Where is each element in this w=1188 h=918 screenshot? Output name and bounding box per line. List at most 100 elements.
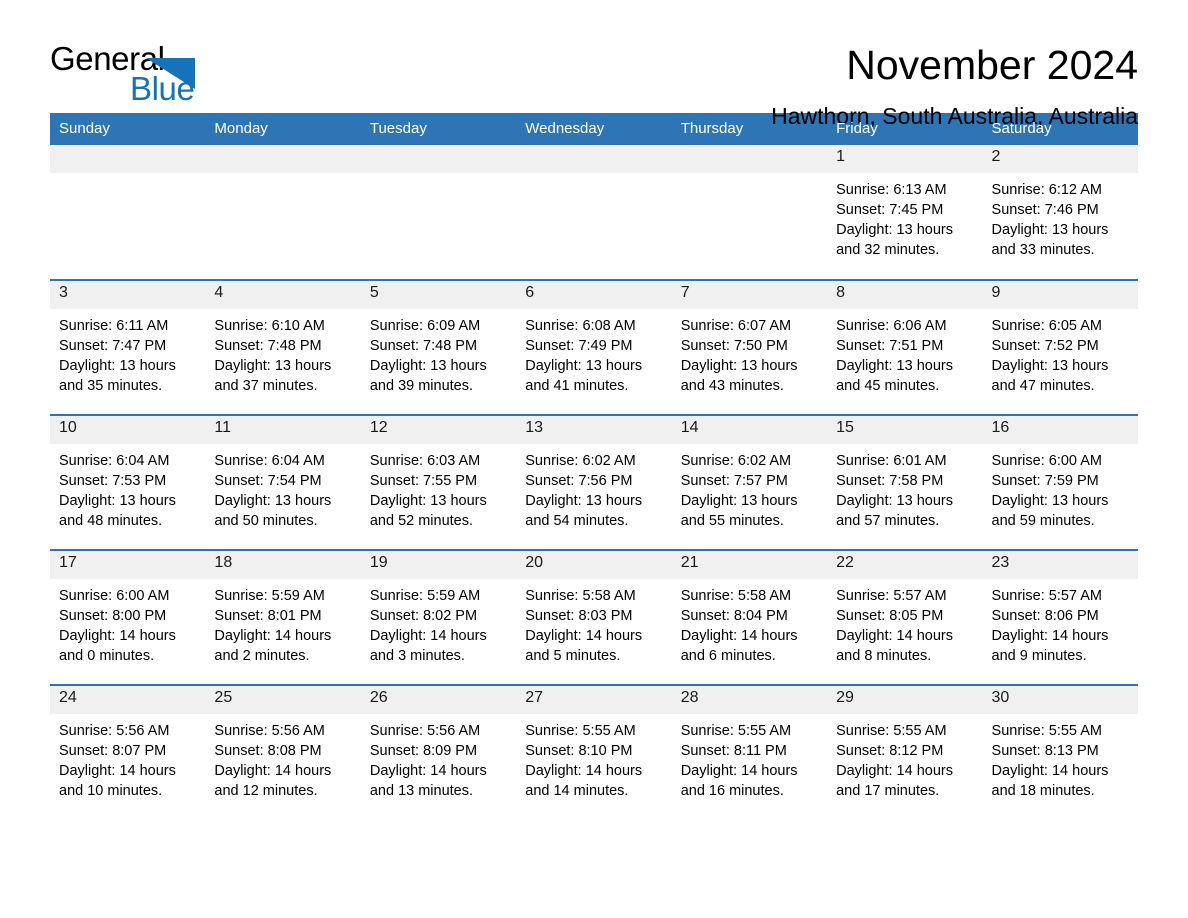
day-number: 14 <box>671 416 828 444</box>
calendar-day-cell[interactable]: 20 Sunrise: 5:58 AM Sunset: 8:03 PM Dayligh… <box>516 549 672 685</box>
day-number: 27 <box>516 686 672 714</box>
day-number: 26 <box>360 686 517 714</box>
day-details: Sunrise: 6:02 AM Sunset: 7:57 PM Daylight:… <box>672 444 827 531</box>
day-details: Sunrise: 5:56 AM Sunset: 8:09 PM Daylight:… <box>361 714 516 801</box>
day-number: 19 <box>360 551 517 579</box>
calendar-day-cell[interactable] <box>671 145 828 280</box>
calendar-day-cell[interactable]: 24 Sunrise: 5:56 AM Sunset: 8:07 PM Dayligh… <box>50 684 206 820</box>
day-number: 22 <box>827 551 983 579</box>
daylight-text: Daylight: 13 hours and 41 minutes. <box>525 358 643 394</box>
day-cell-inner: 24 Sunrise: 5:56 AM Sunset: 8:07 PM Dayligh… <box>50 686 206 819</box>
calendar-day-cell[interactable]: 3 Sunrise: 6:11 AM Sunset: 7:47 PM Daylight… <box>50 279 206 415</box>
calendar-day-cell[interactable]: 27 Sunrise: 5:55 AM Sunset: 8:10 PM Dayligh… <box>516 684 672 820</box>
day-cell-inner: 29 Sunrise: 5:55 AM Sunset: 8:12 PM Dayligh… <box>827 686 983 819</box>
day-number: 1 <box>827 145 983 173</box>
calendar-day-cell[interactable]: 18 Sunrise: 5:59 AM Sunset: 8:01 PM Dayligh… <box>205 549 361 685</box>
sunrise-text: Sunrise: 6:04 AM <box>59 453 170 469</box>
brand-logo[interactable]: General Blue <box>50 42 200 114</box>
day-cell-inner: 13 Sunrise: 6:02 AM Sunset: 7:56 PM Dayligh… <box>516 416 672 549</box>
daylight-text: Daylight: 13 hours and 55 minutes. <box>680 493 798 529</box>
sunrise-text: Sunrise: 6:08 AM <box>525 318 636 334</box>
calendar-day-cell[interactable]: 19 Sunrise: 5:59 AM Sunset: 8:02 PM Dayligh… <box>360 549 517 685</box>
calendar-day-cell[interactable]: 8 Sunrise: 6:06 AM Sunset: 7:51 PM Daylight… <box>827 279 983 415</box>
day-details: Sunrise: 5:59 AM Sunset: 8:02 PM Daylight:… <box>361 579 516 666</box>
sunrise-text: Sunrise: 6:05 AM <box>991 318 1102 334</box>
calendar-day-cell[interactable]: 16 Sunrise: 6:00 AM Sunset: 7:59 PM Dayligh… <box>982 414 1138 550</box>
day-details: Sunrise: 5:57 AM Sunset: 8:06 PM Daylight:… <box>983 579 1138 666</box>
calendar-day-cell[interactable] <box>205 145 361 280</box>
calendar-day-cell[interactable]: 14 Sunrise: 6:02 AM Sunset: 7:57 PM Dayligh… <box>671 414 828 550</box>
sunset-text: Sunset: 7:52 PM <box>991 338 1099 354</box>
calendar-day-cell[interactable]: 17 Sunrise: 6:00 AM Sunset: 8:00 PM Dayligh… <box>50 549 206 685</box>
calendar-day-cell[interactable]: 7 Sunrise: 6:07 AM Sunset: 7:50 PM Daylight… <box>671 279 828 415</box>
calendar-day-cell[interactable]: 21 Sunrise: 5:58 AM Sunset: 8:04 PM Dayligh… <box>671 549 828 685</box>
calendar-day-cell[interactable]: 25 Sunrise: 5:56 AM Sunset: 8:08 PM Dayligh… <box>205 684 361 820</box>
daylight-text: Daylight: 14 hours and 5 minutes. <box>525 628 643 664</box>
calendar-day-cell[interactable] <box>516 145 672 280</box>
daylight-text: Daylight: 14 hours and 3 minutes. <box>369 628 487 664</box>
sunrise-text: Sunrise: 5:56 AM <box>59 723 170 739</box>
sunrise-text: Sunrise: 5:55 AM <box>525 723 636 739</box>
sunrise-text: Sunrise: 6:13 AM <box>836 182 947 198</box>
sunrise-text: Sunrise: 5:55 AM <box>836 723 947 739</box>
day-number <box>516 145 672 173</box>
calendar-day-cell[interactable]: 11 Sunrise: 6:04 AM Sunset: 7:54 PM Dayligh… <box>205 414 361 550</box>
day-cell-inner: 10 Sunrise: 6:04 AM Sunset: 7:53 PM Dayligh… <box>50 416 206 549</box>
calendar-day-cell[interactable]: 15 Sunrise: 6:01 AM Sunset: 7:58 PM Dayligh… <box>827 414 983 550</box>
calendar-day-cell[interactable]: 13 Sunrise: 6:02 AM Sunset: 7:56 PM Dayligh… <box>516 414 672 550</box>
day-cell-inner: 9 Sunrise: 6:05 AM Sunset: 7:52 PM Daylight… <box>982 281 1138 414</box>
sunset-text: Sunset: 7:48 PM <box>214 338 322 354</box>
calendar-day-cell[interactable]: 4 Sunrise: 6:10 AM Sunset: 7:48 PM Daylight… <box>205 279 361 415</box>
sunrise-text: Sunrise: 5:56 AM <box>214 723 325 739</box>
daylight-text: Daylight: 13 hours and 57 minutes. <box>836 493 953 529</box>
sunset-text: Sunset: 8:02 PM <box>369 608 478 624</box>
day-cell-inner: 3 Sunrise: 6:11 AM Sunset: 7:47 PM Daylight… <box>50 281 206 414</box>
sunrise-text: Sunrise: 6:01 AM <box>836 453 947 469</box>
day-cell-inner: 15 Sunrise: 6:01 AM Sunset: 7:58 PM Dayligh… <box>827 416 983 549</box>
sunset-text: Sunset: 7:57 PM <box>680 473 788 489</box>
calendar-day-cell[interactable]: 5 Sunrise: 6:09 AM Sunset: 7:48 PM Daylight… <box>360 279 517 415</box>
calendar-day-cell[interactable]: 23 Sunrise: 5:57 AM Sunset: 8:06 PM Dayligh… <box>982 549 1138 685</box>
calendar-week-row: 1 Sunrise: 6:13 AM Sunset: 7:45 PM Daylight… <box>50 145 1138 280</box>
calendar-day-cell[interactable]: 6 Sunrise: 6:08 AM Sunset: 7:49 PM Daylight… <box>516 279 672 415</box>
calendar-page: General Blue November 2024 Hawthorn, Sou… <box>0 0 1188 918</box>
day-cell-inner: 26 Sunrise: 5:56 AM Sunset: 8:09 PM Dayligh… <box>360 686 517 819</box>
day-details: Sunrise: 6:02 AM Sunset: 7:56 PM Daylight:… <box>516 444 671 531</box>
calendar-day-cell[interactable]: 2 Sunrise: 6:12 AM Sunset: 7:46 PM Daylight… <box>982 145 1138 280</box>
sunset-text: Sunset: 7:48 PM <box>369 338 478 354</box>
sunrise-text: Sunrise: 6:10 AM <box>214 318 325 334</box>
day-number: 11 <box>205 416 361 444</box>
calendar-day-cell[interactable]: 9 Sunrise: 6:05 AM Sunset: 7:52 PM Daylight… <box>982 279 1138 415</box>
day-cell-inner: 19 Sunrise: 5:59 AM Sunset: 8:02 PM Dayligh… <box>360 551 517 684</box>
sunset-text: Sunset: 8:10 PM <box>525 743 633 759</box>
calendar-day-cell[interactable]: 1 Sunrise: 6:13 AM Sunset: 7:45 PM Daylight… <box>827 145 983 280</box>
day-cell-inner: 14 Sunrise: 6:02 AM Sunset: 7:57 PM Dayligh… <box>671 416 828 549</box>
sunset-text: Sunset: 7:56 PM <box>525 473 633 489</box>
sunset-text: Sunset: 8:05 PM <box>836 608 944 624</box>
calendar-day-cell[interactable]: 22 Sunrise: 5:57 AM Sunset: 8:05 PM Dayligh… <box>827 549 983 685</box>
day-details: Sunrise: 6:04 AM Sunset: 7:54 PM Daylight:… <box>205 444 360 531</box>
calendar-day-cell[interactable]: 10 Sunrise: 6:04 AM Sunset: 7:53 PM Dayligh… <box>50 414 206 550</box>
day-number: 13 <box>516 416 672 444</box>
sunrise-text: Sunrise: 6:02 AM <box>680 453 792 469</box>
day-cell-inner <box>516 145 672 278</box>
day-details: Sunrise: 6:00 AM Sunset: 8:00 PM Daylight:… <box>50 579 205 666</box>
sunrise-text: Sunrise: 5:58 AM <box>525 588 636 604</box>
sunrise-text: Sunrise: 5:59 AM <box>369 588 481 604</box>
day-cell-inner: 27 Sunrise: 5:55 AM Sunset: 8:10 PM Dayligh… <box>516 686 672 819</box>
calendar-day-cell[interactable]: 30 Sunrise: 5:55 AM Sunset: 8:13 PM Dayligh… <box>982 684 1138 820</box>
daylight-text: Daylight: 14 hours and 12 minutes. <box>214 763 332 799</box>
calendar-day-cell[interactable]: 12 Sunrise: 6:03 AM Sunset: 7:55 PM Dayligh… <box>360 414 517 550</box>
day-details: Sunrise: 5:58 AM Sunset: 8:04 PM Daylight:… <box>672 579 827 666</box>
calendar-day-cell[interactable] <box>50 145 206 280</box>
day-details: Sunrise: 6:10 AM Sunset: 7:48 PM Daylight:… <box>205 309 360 396</box>
calendar-day-cell[interactable]: 28 Sunrise: 5:55 AM Sunset: 8:11 PM Dayligh… <box>671 684 828 820</box>
day-cell-inner: 28 Sunrise: 5:55 AM Sunset: 8:11 PM Dayligh… <box>671 686 828 819</box>
calendar-day-cell[interactable] <box>360 145 517 280</box>
sunset-text: Sunset: 7:47 PM <box>59 338 167 354</box>
day-cell-inner: 2 Sunrise: 6:12 AM Sunset: 7:46 PM Daylight… <box>982 145 1138 278</box>
calendar-day-cell[interactable]: 26 Sunrise: 5:56 AM Sunset: 8:09 PM Dayligh… <box>360 684 517 820</box>
sunrise-text: Sunrise: 5:58 AM <box>680 588 792 604</box>
day-details: Sunrise: 6:09 AM Sunset: 7:48 PM Daylight:… <box>361 309 516 396</box>
calendar-day-cell[interactable]: 29 Sunrise: 5:55 AM Sunset: 8:12 PM Dayligh… <box>827 684 983 820</box>
